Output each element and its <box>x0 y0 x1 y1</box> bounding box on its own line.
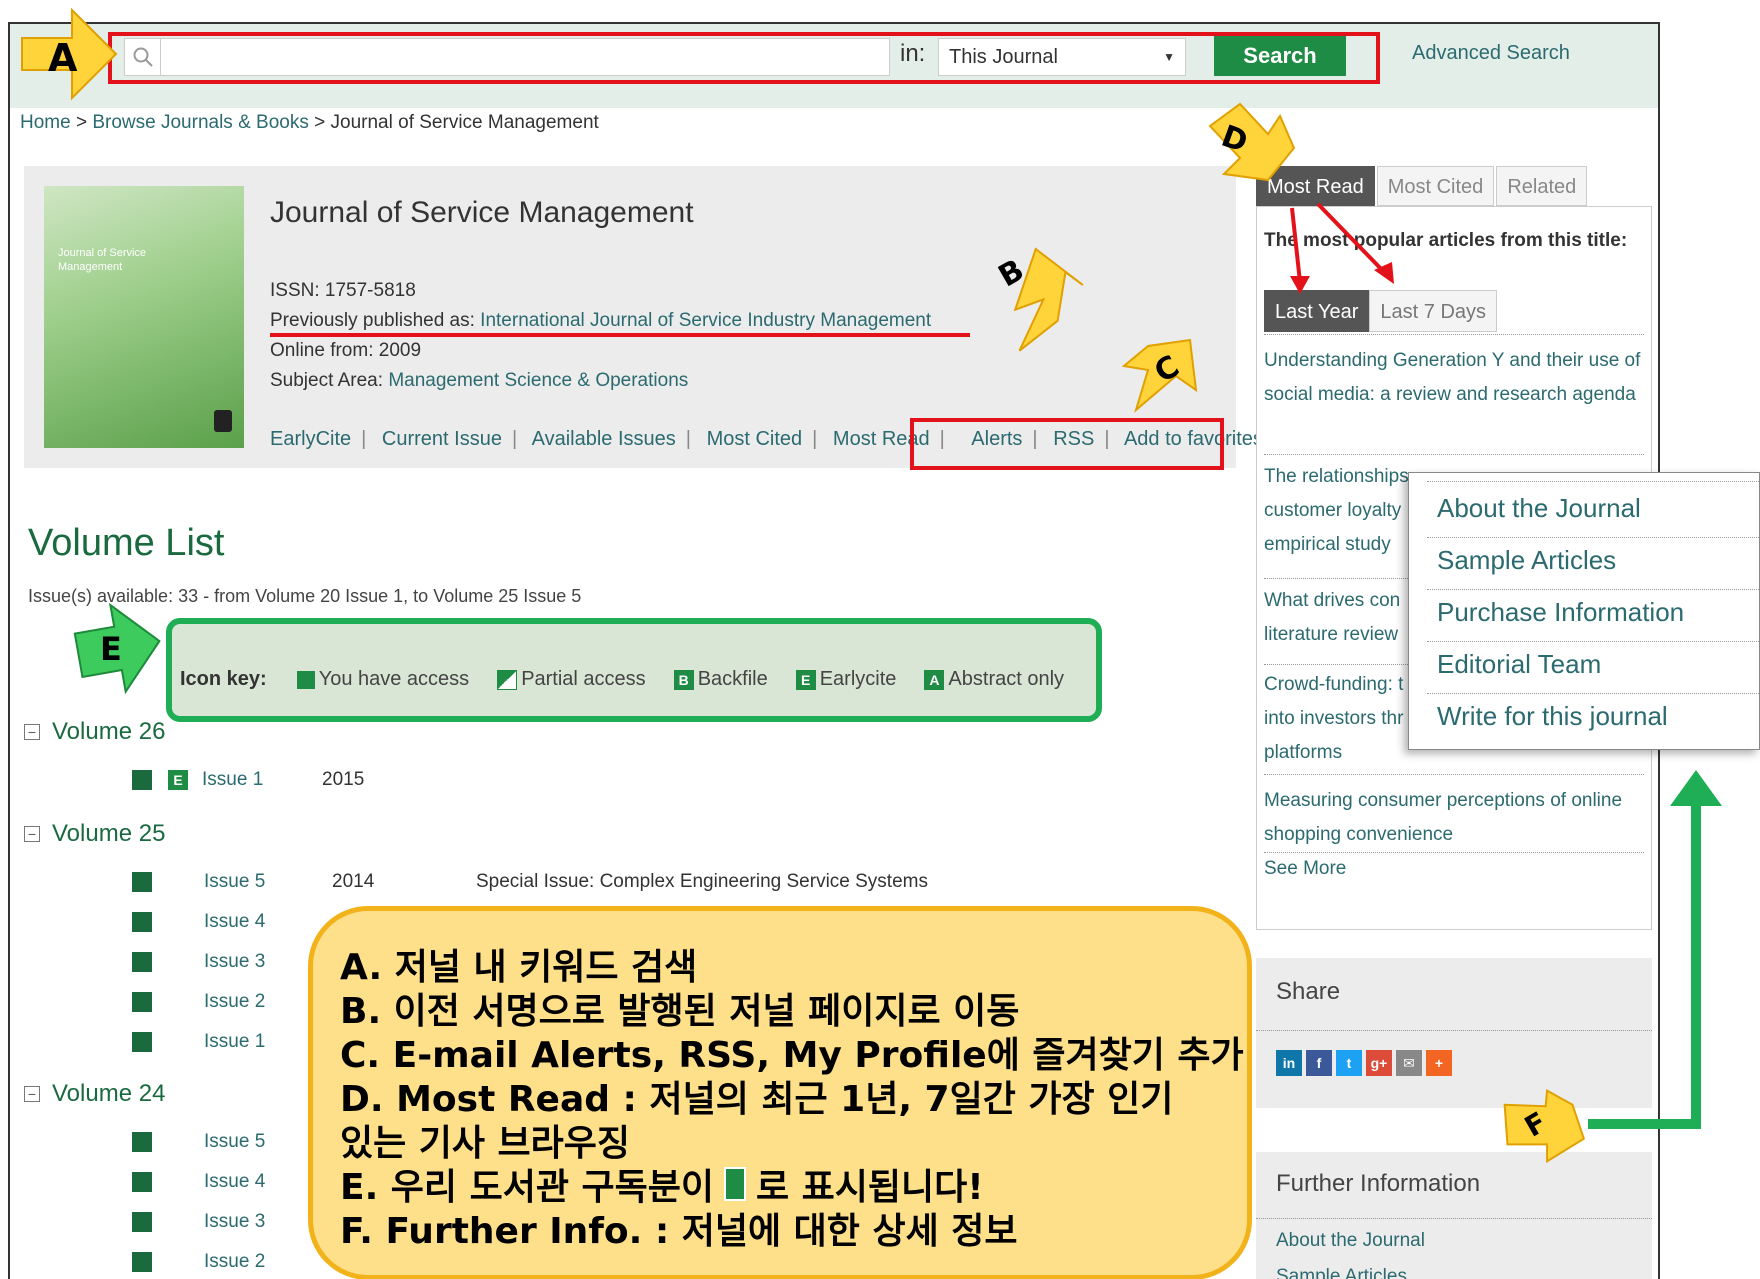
green-path-icon <box>1588 800 1701 1129</box>
red-arrow-icon <box>1290 207 1302 283</box>
full-access-icon <box>723 1167 746 1201</box>
arrow-b-icon <box>1013 247 1084 352</box>
annotation-label-e: E <box>100 630 122 668</box>
annotation-label-a: A <box>48 36 78 80</box>
callout-line-f: F. Further Info. : 저널에 대한 상세 정보 <box>340 1211 1018 1252</box>
